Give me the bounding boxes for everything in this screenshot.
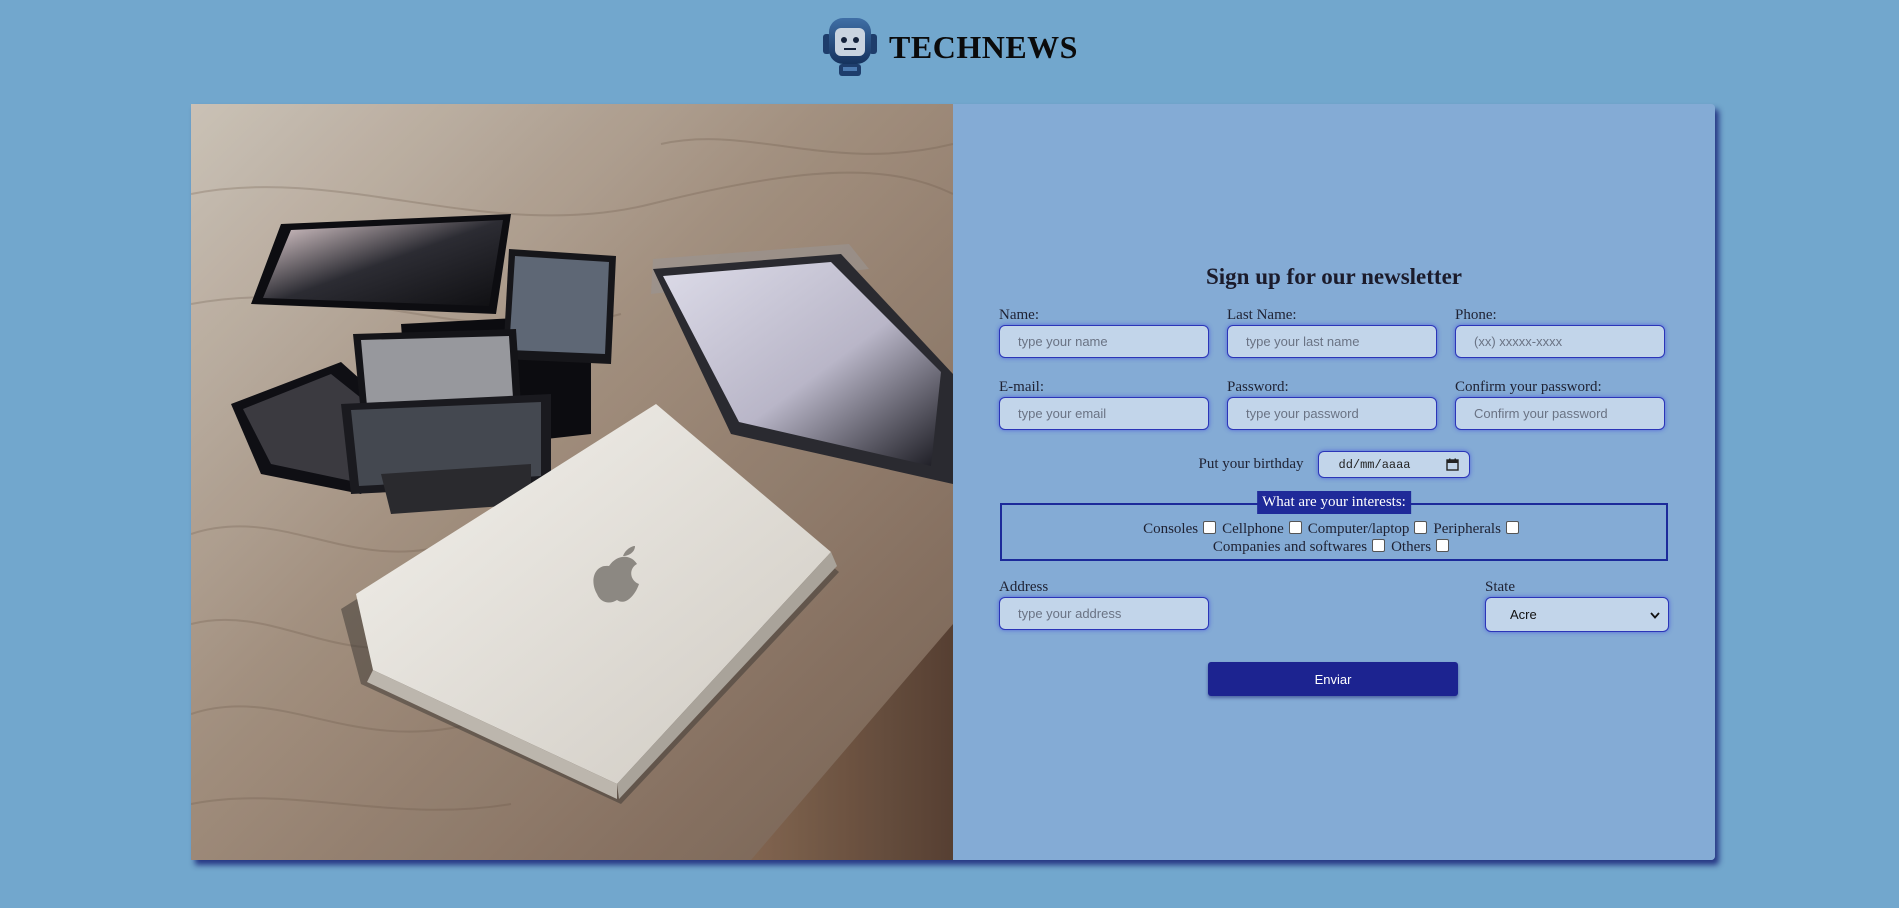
state-select[interactable]: Acre bbox=[1485, 597, 1669, 632]
devices-on-table-photo bbox=[191, 104, 953, 860]
password-input[interactable] bbox=[1227, 397, 1437, 430]
email-input[interactable] bbox=[999, 397, 1209, 430]
phone-field-group: Phone: bbox=[1455, 306, 1665, 358]
password-field-group: Password: bbox=[1227, 378, 1437, 430]
birthday-row: Put your birthday dd/mm/aaaa bbox=[953, 451, 1715, 478]
submit-button[interactable]: Enviar bbox=[1208, 662, 1458, 696]
last-name-label: Last Name: bbox=[1227, 307, 1297, 323]
last-name-field-group: Last Name: bbox=[1227, 306, 1437, 358]
address-field-group: Address bbox=[999, 578, 1209, 630]
form-title: Sign up for our newsletter bbox=[1206, 264, 1462, 289]
signup-form: Sign up for our newsletter Name: Last Na… bbox=[953, 104, 1715, 860]
interest-option: Companies and softwares bbox=[1212, 539, 1386, 556]
password-label: Password: bbox=[1227, 379, 1289, 395]
state-selected-value: Acre bbox=[1510, 607, 1537, 622]
brand-name: TECHNEWS bbox=[889, 28, 1078, 65]
interest-option: Consoles bbox=[1143, 521, 1217, 538]
confirm-password-field-group: Confirm your password: bbox=[1455, 378, 1665, 430]
birthday-input[interactable]: dd/mm/aaaa bbox=[1317, 451, 1470, 478]
email-label: E-mail: bbox=[999, 379, 1044, 395]
peripherals-checkbox[interactable] bbox=[1505, 521, 1519, 534]
name-field-group: Name: bbox=[999, 306, 1209, 358]
birthday-value: dd/mm/aaaa bbox=[1338, 457, 1411, 472]
consoles-checkbox[interactable] bbox=[1203, 521, 1217, 534]
companies-softwares-checkbox[interactable] bbox=[1372, 539, 1386, 552]
interest-label: Consoles bbox=[1143, 521, 1199, 537]
interest-label: Others bbox=[1391, 539, 1432, 555]
confirm-password-input[interactable] bbox=[1455, 397, 1665, 430]
address-label: Address bbox=[999, 579, 1049, 595]
interest-option: Cellphone bbox=[1222, 521, 1302, 538]
state-label: State bbox=[1485, 579, 1515, 595]
computer-laptop-checkbox[interactable] bbox=[1414, 521, 1428, 534]
chevron-down-icon bbox=[1650, 607, 1660, 622]
signup-card: Sign up for our newsletter Name: Last Na… bbox=[191, 104, 1715, 860]
state-field-group: State Acre bbox=[1485, 578, 1669, 632]
calendar-icon[interactable] bbox=[1445, 458, 1459, 471]
interests-row: Consoles Cellphone Computer/laptop Perip… bbox=[1002, 521, 1666, 538]
phone-label: Phone: bbox=[1455, 307, 1497, 323]
last-name-input[interactable] bbox=[1227, 325, 1437, 358]
interests-row: Companies and softwares Others bbox=[1002, 539, 1666, 556]
name-label: Name: bbox=[999, 307, 1039, 323]
cellphone-checkbox[interactable] bbox=[1288, 521, 1302, 534]
site-header: TECHNEWS bbox=[0, 14, 1899, 80]
interest-label: Cellphone bbox=[1222, 521, 1284, 537]
confirm-password-label: Confirm your password: bbox=[1455, 379, 1602, 395]
interest-option: Peripherals bbox=[1433, 521, 1519, 538]
interest-option: Computer/laptop bbox=[1308, 521, 1428, 538]
robot-icon bbox=[821, 16, 879, 78]
interest-label: Computer/laptop bbox=[1307, 521, 1410, 537]
email-field-group: E-mail: bbox=[999, 378, 1209, 430]
address-input[interactable] bbox=[999, 597, 1209, 630]
others-checkbox[interactable] bbox=[1436, 539, 1450, 552]
interests-fieldset: What are your interests: Consoles Cellph… bbox=[1000, 491, 1668, 561]
birthday-label: Put your birthday bbox=[1198, 456, 1304, 472]
interest-label: Companies and softwares bbox=[1212, 539, 1368, 555]
interest-option: Others bbox=[1391, 539, 1450, 556]
name-input[interactable] bbox=[999, 325, 1209, 358]
phone-input[interactable] bbox=[1455, 325, 1665, 358]
interests-legend: What are your interests: bbox=[1257, 491, 1411, 514]
interest-label: Peripherals bbox=[1433, 521, 1501, 537]
